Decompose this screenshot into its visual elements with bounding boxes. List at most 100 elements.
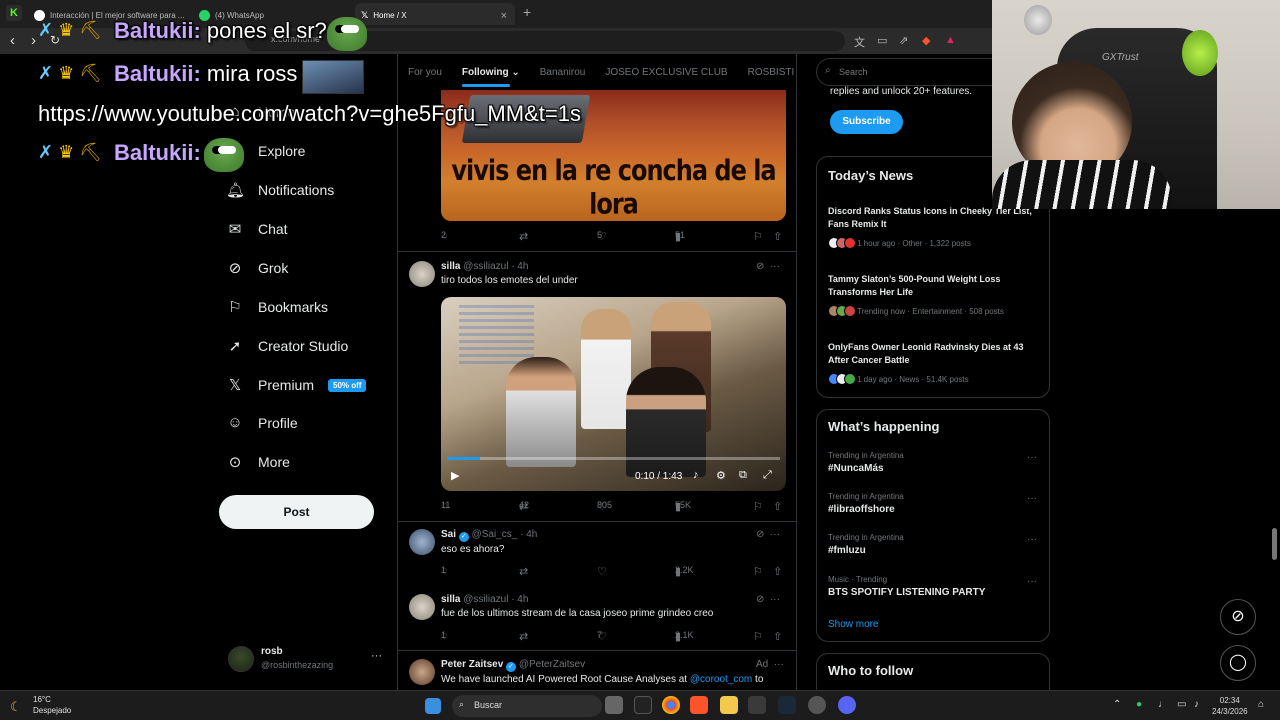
tab-following[interactable]: Following ⌄ <box>461 67 520 87</box>
app-icon[interactable] <box>748 696 766 714</box>
nav-chat[interactable]: ✉ Chat <box>226 220 288 238</box>
trend-name[interactable]: #NuncaMás <box>828 463 884 474</box>
share-icon[interactable]: ⇗ <box>899 34 908 47</box>
nav-creator-studio[interactable]: ➚ Creator Studio <box>226 337 349 355</box>
steam-icon[interactable] <box>778 696 796 714</box>
browser-tab[interactable]: Interacción | El mejor software para ... <box>28 3 193 25</box>
url-input[interactable]: x.com/home <box>245 31 845 51</box>
brave-rewards-icon[interactable]: ▲ <box>945 34 956 46</box>
brave-shield-icon[interactable]: ◆ <box>922 34 930 47</box>
more-icon[interactable]: ··· <box>770 594 780 605</box>
nav-more[interactable]: ⊙ More <box>226 453 290 471</box>
browser-tab-active[interactable]: 𝕏 Home / X × <box>355 3 515 25</box>
windows-start-icon[interactable] <box>425 698 441 714</box>
notification-bell-icon[interactable]: ⌂ <box>1258 699 1264 710</box>
nav-explore[interactable]: ⌕ Explore <box>226 142 306 159</box>
cast-icon[interactable]: ▭ <box>877 34 887 47</box>
avatar[interactable] <box>409 659 435 685</box>
author-name[interactable]: Sai <box>441 529 456 540</box>
more-icon[interactable]: ··· <box>770 529 780 540</box>
news-item-title[interactable]: OnlyFans Owner Leonid Radvinsky Dies at … <box>828 341 1043 367</box>
post-button[interactable]: Post <box>219 495 374 529</box>
file-explorer-icon[interactable] <box>720 696 738 714</box>
brave-icon[interactable] <box>690 696 708 714</box>
avatar[interactable] <box>409 594 435 620</box>
video-progress-bar[interactable] <box>447 457 780 460</box>
more-icon[interactable]: ··· <box>774 659 784 670</box>
settings-icon[interactable]: ⚙ <box>716 469 726 482</box>
author-handle[interactable]: @ssiliazul <box>463 261 508 272</box>
microphone-icon[interactable]: ♩ <box>1158 699 1168 710</box>
avatar[interactable] <box>409 261 435 287</box>
author-name[interactable]: silla <box>441 261 460 272</box>
post-time[interactable]: · 4h <box>520 529 537 540</box>
trend-name[interactable]: #libraoffshore <box>828 504 895 515</box>
status-dot-icon[interactable]: ● <box>1136 699 1142 710</box>
translate-icon[interactable]: 文 <box>854 34 865 50</box>
discord-icon[interactable] <box>838 696 856 714</box>
tab-list[interactable]: Bananirou <box>540 67 586 78</box>
author-name[interactable]: silla <box>441 594 460 605</box>
trend-name[interactable]: #fmluzu <box>828 545 866 556</box>
kick-app-icon[interactable]: K <box>6 5 22 21</box>
more-icon[interactable]: ··· <box>1027 452 1037 463</box>
play-icon[interactable]: ▶ <box>451 469 459 482</box>
post-image[interactable]: vivis en la re concha de la lora <box>441 90 786 221</box>
more-icon[interactable]: ··· <box>371 650 382 662</box>
author-name[interactable]: Peter Zaitsev <box>441 659 503 670</box>
account-switcher[interactable]: rosb @rosbinthezazing ··· <box>228 644 388 680</box>
back-icon[interactable]: ‹ <box>10 32 15 49</box>
post-menu[interactable]: ⊘ ··· <box>756 261 780 272</box>
grok-icon[interactable]: ⊘ <box>756 594 764 605</box>
fullscreen-icon[interactable]: ⤢ <box>763 469 772 482</box>
nav-premium[interactable]: 𝕏 Premium 50% off <box>226 376 367 394</box>
messages-fab-icon[interactable]: ◯ <box>1220 645 1256 681</box>
nav-home[interactable]: ⌂ Home <box>226 103 295 120</box>
more-icon[interactable]: ··· <box>1027 534 1037 545</box>
author-handle[interactable]: @Sai_cs_ <box>472 529 518 540</box>
mention-link[interactable]: @coroot_com <box>690 674 752 685</box>
post-time[interactable]: · 4h <box>511 261 528 272</box>
network-icon[interactable]: ▭ <box>1177 699 1186 710</box>
tab-list[interactable]: JOSEO EXCLUSIVE CLUB <box>605 67 727 78</box>
post-menu[interactable]: ⊘ ··· <box>756 529 780 540</box>
app-icon[interactable] <box>808 696 826 714</box>
volume-icon[interactable]: ♪ <box>1194 699 1199 710</box>
more-icon[interactable]: ··· <box>770 261 780 272</box>
grok-fab-icon[interactable]: ⊘ <box>1220 599 1256 635</box>
taskbar-search[interactable]: ⌕ Buscar <box>452 695 602 717</box>
post-menu[interactable]: ⊘ ··· <box>756 594 780 605</box>
news-item-title[interactable]: Tammy Slaton’s 500-Pound Weight Loss Tra… <box>828 273 1043 299</box>
epic-games-icon[interactable] <box>634 696 652 714</box>
reload-icon[interactable]: ↻ <box>50 33 60 47</box>
page-scrollbar[interactable] <box>1272 528 1277 560</box>
trend-name[interactable]: BTS SPOTIFY LISTENING PARTY <box>828 587 985 598</box>
more-icon[interactable]: ··· <box>1027 493 1037 504</box>
volume-icon[interactable]: ♪ <box>693 469 699 481</box>
video-player[interactable]: ▶ 0:10 / 1:43 ♪ ⚙ ⧉ ⤢ <box>441 297 786 491</box>
tab-list[interactable]: ROSBISTI <box>748 67 795 78</box>
system-clock[interactable]: 02:34 24/3/2026 <box>1212 695 1248 717</box>
show-more-link[interactable]: Show more <box>828 619 879 630</box>
post-time[interactable]: · 4h <box>511 594 528 605</box>
nav-bookmarks[interactable]: ⚐ Bookmarks <box>226 298 328 316</box>
author-handle[interactable]: @PeterZaitsev <box>519 659 585 670</box>
author-handle[interactable]: @ssiliazul <box>463 594 508 605</box>
forward-icon[interactable]: › <box>31 32 36 49</box>
avatar[interactable] <box>409 529 435 555</box>
grok-icon[interactable]: ⊘ <box>756 529 764 540</box>
grok-icon[interactable]: ⊘ <box>756 261 764 272</box>
nav-grok[interactable]: ⊘ Grok <box>226 259 289 277</box>
new-tab-button[interactable]: + <box>523 4 531 20</box>
task-view-icon[interactable] <box>605 696 623 714</box>
close-tab-icon[interactable]: × <box>501 10 507 22</box>
subscribe-button[interactable]: Subscribe <box>830 110 903 134</box>
tab-for-you[interactable]: For you <box>408 67 442 78</box>
pip-icon[interactable]: ⧉ <box>739 469 747 482</box>
chrome-icon[interactable] <box>662 696 680 714</box>
browser-tab[interactable]: (4) WhatsApp <box>193 3 353 25</box>
nav-notifications[interactable]: 🔔︎ Notifications <box>226 181 334 199</box>
more-icon[interactable]: ··· <box>1027 576 1037 587</box>
nav-profile[interactable]: ☺ Profile <box>226 414 297 431</box>
chevron-up-icon[interactable]: ⌃ <box>1113 699 1121 710</box>
